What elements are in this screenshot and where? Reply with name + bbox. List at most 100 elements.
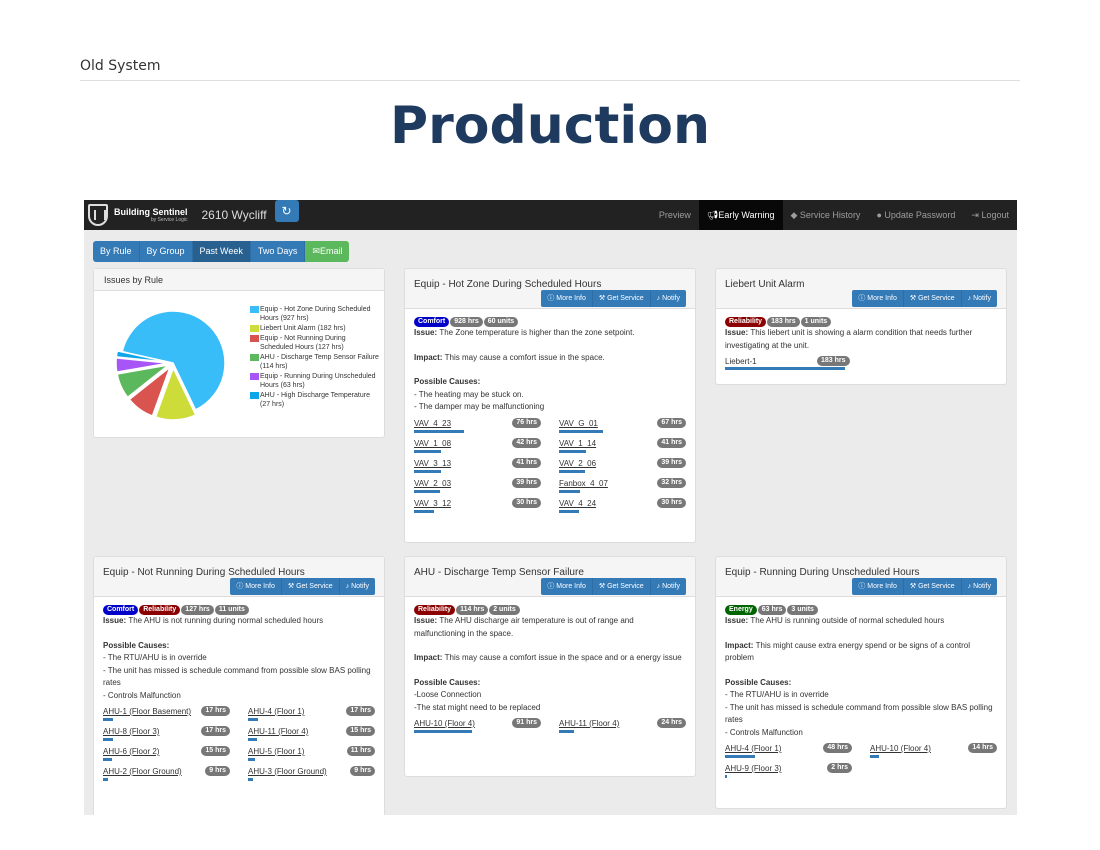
list-item[interactable]: AHU-3 (Floor Ground) 9 hrs: [248, 766, 375, 786]
list-item[interactable]: AHU-9 (Floor 3) 2 hrs: [725, 763, 852, 783]
impact-label: Impact:: [414, 653, 445, 662]
list-item[interactable]: Liebert-1 183 hrs: [725, 356, 997, 372]
list-item[interactable]: AHU-10 (Floor 4) 91 hrs: [414, 718, 541, 738]
logo[interactable]: Building Sentinel by Service Logic: [88, 204, 188, 226]
legend-swatch: [250, 354, 259, 361]
get-service-button[interactable]: ⚒ Get Service: [592, 290, 651, 307]
two-days-button[interactable]: Two Days: [250, 241, 306, 262]
list-item[interactable]: Fanbox_4_07 32 hrs: [559, 477, 686, 498]
legend-entry[interactable]: Equip - Running During Unscheduled Hours…: [250, 372, 380, 390]
card-header: AHU - Discharge Temp Sensor Failure ⓘ Mor…: [405, 557, 695, 597]
item-name: AHU-4 (Floor 1): [725, 744, 782, 753]
nav-early-warning[interactable]: 📢︎ Early Warning: [698, 200, 783, 230]
hours-badge: 183 hrs: [817, 356, 850, 366]
list-item[interactable]: VAV_G_01 67 hrs: [559, 417, 686, 438]
list-item[interactable]: AHU-8 (Floor 3) 17 hrs: [103, 726, 230, 746]
notify-button[interactable]: ♪ Notify: [339, 578, 375, 595]
list-item[interactable]: VAV_4_24 30 hrs: [559, 497, 686, 518]
more-info-button[interactable]: ⓘ More Info: [541, 578, 593, 595]
item-name: AHU-2 (Floor Ground): [103, 767, 182, 776]
divider: [80, 80, 1020, 81]
hours-bar: [103, 718, 113, 721]
view-toolbar: By Rule By Group Past Week Two Days ✉Ema…: [93, 241, 350, 262]
more-info-button[interactable]: ⓘ More Info: [852, 290, 904, 307]
issue-label: Issue:: [725, 328, 751, 337]
list-item[interactable]: AHU-4 (Floor 1) 48 hrs: [725, 743, 852, 763]
legend-entry[interactable]: AHU - High Discharge Temperature (27 hrs…: [250, 391, 380, 409]
legend-entry[interactable]: Equip - Hot Zone During Scheduled Hours …: [250, 305, 380, 323]
card-title: Liebert Unit Alarm: [725, 279, 805, 290]
email-button[interactable]: ✉Email: [305, 241, 350, 262]
get-service-button[interactable]: ⚒ Get Service: [592, 578, 651, 595]
hours-badge: 17 hrs: [201, 726, 230, 736]
tag-icon: ◆: [790, 210, 800, 220]
page-title: Production: [390, 96, 710, 156]
more-info-button[interactable]: ⓘ More Info: [230, 578, 282, 595]
hours-bar: [103, 738, 113, 741]
item-name: VAV_2_06: [559, 458, 597, 468]
notify-button[interactable]: ♪ Notify: [961, 290, 997, 307]
nav-logout[interactable]: ⇥ Logout: [963, 200, 1017, 230]
pie-chart: [115, 310, 226, 421]
list-item[interactable]: VAV_1_08 42 hrs: [414, 437, 541, 458]
hours-badge: 17 hrs: [201, 706, 230, 716]
hours-badge: 15 hrs: [201, 746, 230, 756]
item-name: AHU-10 (Floor 4): [870, 744, 931, 753]
legend-entry[interactable]: AHU - Discharge Temp Sensor Failure (114…: [250, 353, 380, 371]
list-item[interactable]: AHU-11 (Floor 4) 24 hrs: [559, 718, 686, 738]
list-item[interactable]: VAV_4_23 76 hrs: [414, 417, 541, 438]
badge-row: Reliability 114 hrs 2 units: [414, 605, 686, 615]
refresh-icon: ↻: [281, 204, 292, 218]
rule-card: AHU - Discharge Temp Sensor Failure ⓘ Mor…: [404, 556, 696, 777]
list-item[interactable]: VAV_3_13 41 hrs: [414, 457, 541, 478]
status-badge: Reliability: [725, 317, 767, 327]
legend-entry[interactable]: Liebert Unit Alarm (182 hrs): [250, 324, 380, 333]
list-item[interactable]: VAV_1_14 41 hrs: [559, 437, 686, 458]
list-item[interactable]: AHU-1 (Floor Basement) 17 hrs: [103, 706, 230, 726]
refresh-button[interactable]: ↻: [274, 200, 299, 222]
nav-service-history[interactable]: ◆ Service History: [783, 200, 869, 230]
get-service-button[interactable]: ⚒ Get Service: [281, 578, 340, 595]
hours-bar: [559, 730, 574, 733]
legend-entry[interactable]: Equip - Not Running During Scheduled Hou…: [250, 334, 380, 352]
list-item[interactable]: AHU-11 (Floor 4) 15 hrs: [248, 726, 375, 746]
notify-button[interactable]: ♪ Notify: [650, 578, 686, 595]
impact-label: Impact:: [725, 640, 756, 650]
list-item[interactable]: VAV_2_06 39 hrs: [559, 457, 686, 478]
more-info-button[interactable]: ⓘ More Info: [541, 290, 593, 307]
notify-button[interactable]: ♪ Notify: [961, 578, 997, 595]
get-service-button[interactable]: ⚒ Get Service: [903, 578, 962, 595]
item-grid: AHU-10 (Floor 4) 91 hrs AHU-11 (Floor 4) 24…: [414, 718, 686, 738]
issue-text: Issue: The AHU is not running during nor…: [103, 616, 324, 625]
badge-row: Comfort 928 hrs 60 units: [414, 317, 686, 327]
hours-bar: [414, 489, 440, 493]
legend-swatch: [250, 306, 259, 313]
list-item[interactable]: AHU-10 (Floor 4) 14 hrs: [870, 743, 997, 763]
nav-update-password[interactable]: ● Update Password: [868, 200, 963, 230]
list-item[interactable]: AHU-2 (Floor Ground) 9 hrs: [103, 766, 230, 786]
nav-preview[interactable]: Preview: [651, 200, 699, 230]
hours-bar: [414, 509, 434, 513]
hours-badge: 17 hrs: [346, 706, 375, 716]
by-group-button[interactable]: By Group: [139, 241, 193, 262]
list-item[interactable]: AHU-5 (Floor 1) 11 hrs: [248, 746, 375, 766]
hours-bar: [248, 718, 258, 721]
past-week-button[interactable]: Past Week: [192, 241, 251, 262]
list-item[interactable]: AHU-4 (Floor 1) 17 hrs: [248, 706, 375, 726]
by-rule-button[interactable]: By Rule: [93, 241, 140, 262]
hours-badge: 91 hrs: [512, 718, 541, 728]
get-service-button[interactable]: ⚒ Get Service: [903, 290, 962, 307]
legend-swatch: [250, 325, 259, 332]
item-name: VAV_4_23: [414, 418, 452, 428]
list-item[interactable]: VAV_3_12 30 hrs: [414, 497, 541, 518]
more-info-button[interactable]: ⓘ More Info: [852, 578, 904, 595]
item-grid: AHU-1 (Floor Basement) 17 hrs AHU-4 (Floor…: [103, 706, 375, 786]
list-item[interactable]: AHU-6 (Floor 2) 15 hrs: [103, 746, 230, 766]
issue-label: Issue:: [103, 616, 129, 625]
legend-swatch: [250, 335, 259, 342]
notify-button[interactable]: ♪ Notify: [650, 290, 686, 307]
hours-badge: 32 hrs: [657, 477, 686, 488]
list-item[interactable]: VAV_2_03 39 hrs: [414, 477, 541, 498]
